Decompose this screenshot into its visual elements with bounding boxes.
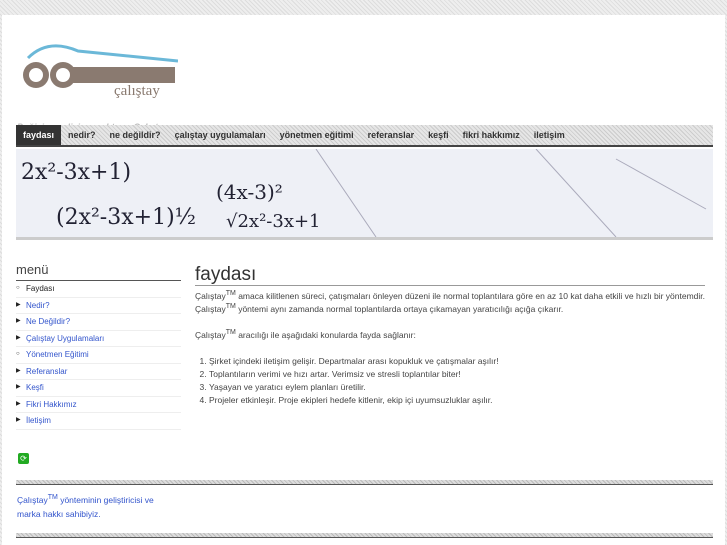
sidebar-menu: menü ○ Faydası ▶ Nedir? ▶ Ne Değildir? ▶ Çalışt… xyxy=(16,262,181,430)
sidebar-item[interactable]: ▶ Nedir? xyxy=(16,298,181,314)
page-title: faydası xyxy=(195,265,705,286)
divider xyxy=(16,480,713,485)
sidebar-item[interactable]: ▶ Çalıştay Uygulamaları xyxy=(16,331,181,347)
circle-bullet-icon: ○ xyxy=(16,285,20,291)
sidebar-item[interactable]: ▶ Referanslar xyxy=(16,364,181,380)
share-icon[interactable]: ⟳ xyxy=(18,453,29,464)
nav-item[interactable]: yönetmen eğitimi xyxy=(273,125,361,145)
sidebar-item-label: Faydası xyxy=(26,284,55,293)
arrow-bullet-icon: ▶ xyxy=(16,301,21,308)
sidebar-item[interactable]: ▶ Fikri Hakkımız xyxy=(16,397,181,413)
sidebar-item[interactable]: ▶ Ne Değildir? xyxy=(16,314,181,331)
sidebar-item[interactable]: ○ Faydası xyxy=(16,281,181,298)
list-item: Toplantıların verimi ve hızı artar. Veri… xyxy=(209,368,705,381)
sidebar-item-label: Nedir? xyxy=(26,300,50,310)
svg-text:(2x²-3x+1)½: (2x²-3x+1)½ xyxy=(56,205,196,230)
arrow-bullet-icon: ▶ xyxy=(16,384,21,390)
svg-text:çalıştay: çalıştay xyxy=(114,83,160,99)
sidebar-item-label: Fikri Hakkımız xyxy=(26,399,77,409)
menu-title: menü xyxy=(16,262,181,281)
arrow-bullet-icon: ▶ xyxy=(16,400,21,407)
sidebar-item[interactable]: ▶ Keşfi xyxy=(16,380,181,397)
list-item: Projeler etkinleşir. Proje ekipleri hede… xyxy=(209,394,705,407)
circle-bullet-icon: ○ xyxy=(16,351,20,357)
nav-item[interactable]: iletişim xyxy=(527,125,572,145)
sidebar-item-label: Keşfi xyxy=(26,383,44,392)
key-logo[interactable]: çalıştay xyxy=(18,33,178,113)
footer-text: ÇalıştayTM yönteminin geliştiricisi ve m… xyxy=(17,494,154,519)
intro-paragraph: ÇalıştayTM amaca kilitlenen süreci, çatı… xyxy=(195,290,705,314)
nav-item[interactable]: keşfi xyxy=(421,125,456,145)
sidebar-item-label: Ne Değildir? xyxy=(26,317,71,326)
arrow-bullet-icon: ▶ xyxy=(16,334,21,341)
nav-item[interactable]: nedir? xyxy=(61,125,103,145)
nav-item[interactable]: ne değildir? xyxy=(103,125,168,145)
nav-item[interactable]: faydası xyxy=(16,125,62,145)
page: çalıştay Değişim, gelişim anahtarı : Çal… xyxy=(2,15,725,545)
nav-item[interactable]: fikri hakkımız xyxy=(456,125,527,145)
benefits-intro: ÇalıştayTM aracılığı ile aşağıdaki konul… xyxy=(195,329,416,340)
list-item: Şirket içindeki iletişim gelişir. Depart… xyxy=(209,355,705,368)
svg-text:(4x-3)²: (4x-3)² xyxy=(216,180,283,204)
arrow-bullet-icon: ▶ xyxy=(16,417,21,423)
nav-item[interactable]: çalıştay uygulamaları xyxy=(168,125,273,145)
sidebar-item-label: İletişim xyxy=(26,416,51,425)
list-item: Yaşayan ve yaratıcı eylem planları üreti… xyxy=(209,381,705,394)
sidebar-item-label: Çalıştay Uygulamaları xyxy=(26,333,105,343)
top-nav: faydası nedir? ne değildir? çalıştay uygula… xyxy=(16,125,713,147)
banner-image: 2x²-3x+1) (2x²-3x+1)½ (4x-3)² √2x²-3x+1 xyxy=(16,149,713,240)
arrow-bullet-icon: ▶ xyxy=(16,318,21,324)
sidebar-item[interactable]: ○ Yönetmen Eğitimi xyxy=(16,347,181,364)
svg-text:√2x²-3x+1: √2x²-3x+1 xyxy=(226,211,321,232)
main-content: faydası ÇalıştayTM amaca kilitlenen süre… xyxy=(195,265,705,407)
benefits-list: Şirket içindeki iletişim gelişir. Depart… xyxy=(195,355,705,407)
arrow-bullet-icon: ▶ xyxy=(16,367,21,374)
sidebar-item-label: Yönetmen Eğitimi xyxy=(26,350,89,359)
nav-item[interactable]: referanslar xyxy=(361,125,422,145)
svg-text:2x²-3x+1): 2x²-3x+1) xyxy=(21,160,131,185)
sidebar-item-label: Referanslar xyxy=(26,366,68,376)
sidebar-item[interactable]: ▶ İletişim xyxy=(16,413,181,430)
divider xyxy=(16,533,713,538)
